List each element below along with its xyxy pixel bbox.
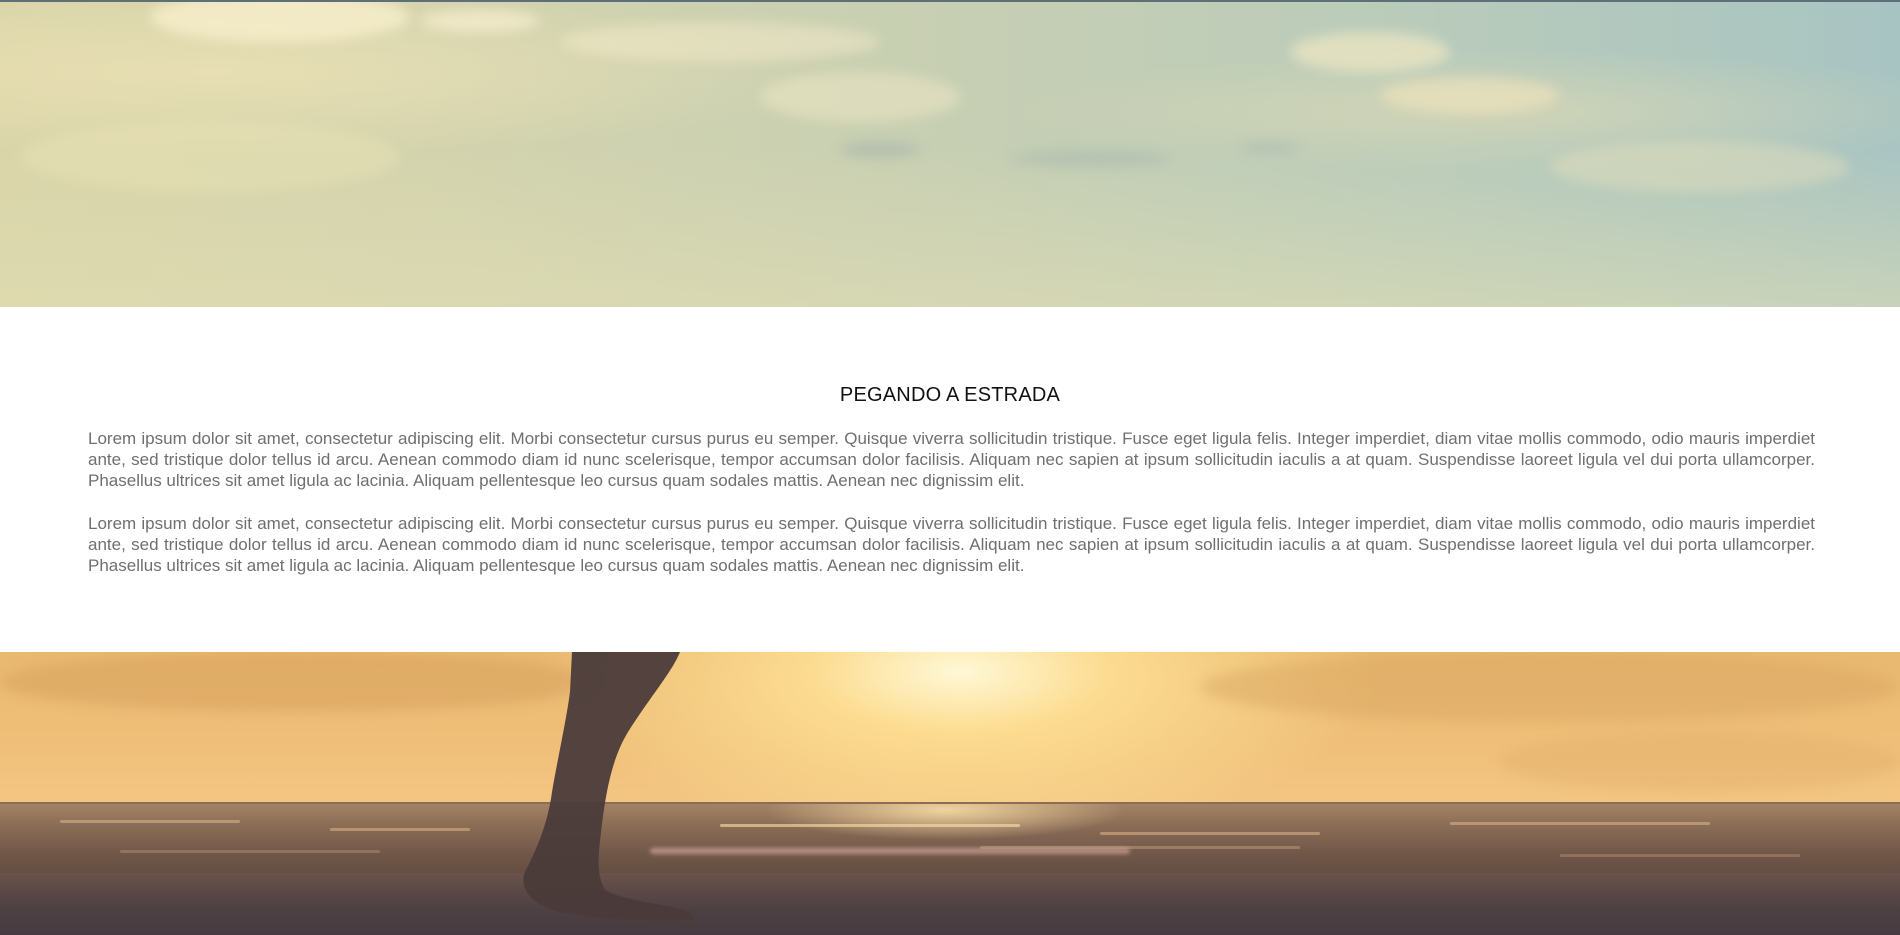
section-paragraph: Lorem ipsum dolor sit amet, consectetur … (88, 429, 1815, 490)
walker-silhouette (523, 652, 694, 921)
content-section: PEGANDO A ESTRADA Lorem ipsum dolor sit … (0, 307, 1900, 652)
section-title: PEGANDO A ESTRADA (839, 384, 1061, 406)
page: PEGANDO A ESTRADA Lorem ipsum dolor sit … (0, 0, 1900, 935)
hero-bottom-sunset-image (0, 652, 1900, 935)
section-paragraph: Lorem ipsum dolor sit amet, consectetur … (88, 514, 1815, 575)
hero-top-sky-image (0, 0, 1900, 307)
